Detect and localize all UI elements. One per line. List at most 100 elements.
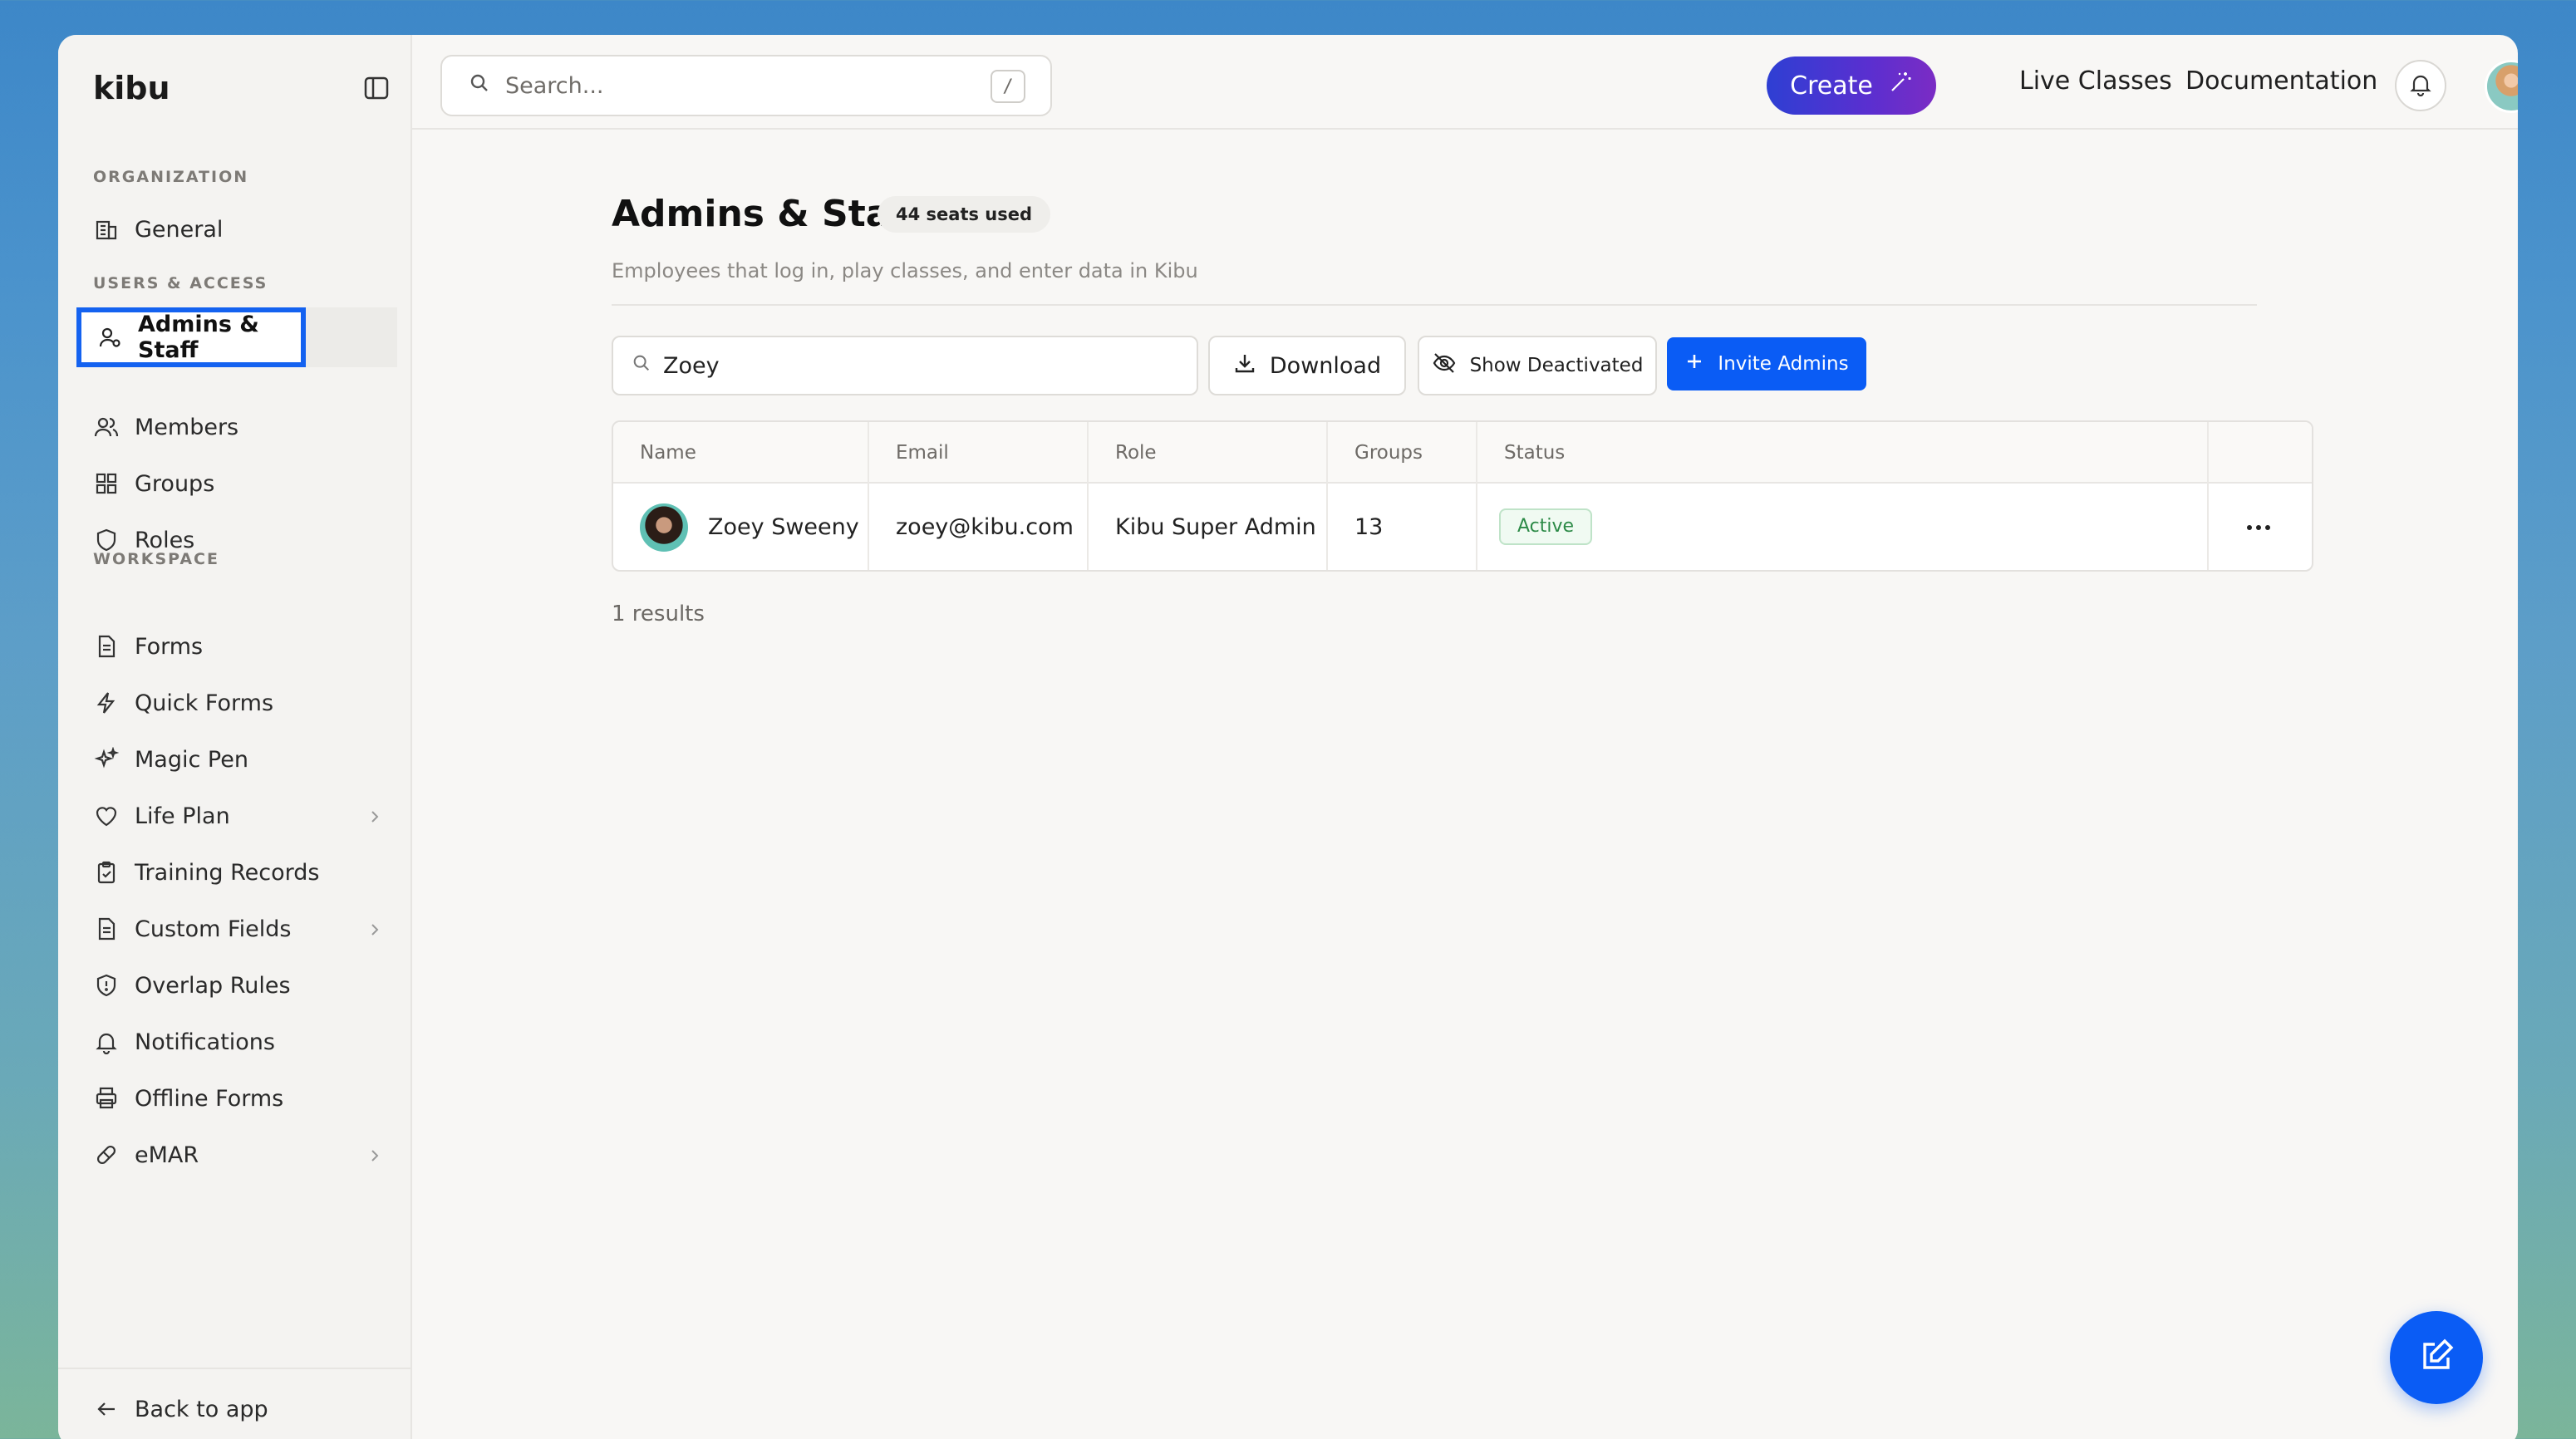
plus-icon bbox=[1684, 351, 1704, 376]
compose-fab-button[interactable] bbox=[2390, 1311, 2483, 1404]
header-divider bbox=[612, 304, 2257, 306]
more-dot bbox=[2256, 525, 2261, 530]
sidebar-item-life-plan[interactable]: Life Plan bbox=[93, 793, 392, 839]
column-header-role[interactable]: Role bbox=[1089, 422, 1157, 484]
main-content: Admins & Staff 44 seats used Employees t… bbox=[412, 130, 2518, 1439]
building-icon bbox=[93, 216, 120, 243]
search-icon bbox=[632, 353, 651, 379]
top-bar: Search... / Create Live Classes Document… bbox=[412, 35, 2518, 130]
eye-off-icon bbox=[1432, 351, 1457, 380]
brand-logo: kibu bbox=[93, 70, 170, 106]
sidebar-item-label: Offline Forms bbox=[135, 1085, 284, 1112]
column-header-status[interactable]: Status bbox=[1477, 422, 1565, 484]
download-button-label: Download bbox=[1269, 352, 1382, 379]
page-title: Admins & Staff bbox=[612, 193, 921, 235]
pill-icon bbox=[93, 1142, 120, 1168]
cell-role: Kibu Super Admin bbox=[1115, 514, 1316, 540]
bell-icon bbox=[93, 1029, 120, 1055]
sidebar-item-label: Quick Forms bbox=[135, 690, 274, 716]
grid-icon bbox=[93, 470, 120, 497]
download-icon bbox=[1233, 351, 1256, 381]
app-window: kibu ORGANIZATION General USERS & ACCESS… bbox=[58, 35, 2518, 1439]
sidebar-item-members[interactable]: Members bbox=[93, 404, 392, 450]
sidebar-item-overlap-rules[interactable]: Overlap Rules bbox=[93, 962, 392, 1009]
sidebar-item-notifications[interactable]: Notifications bbox=[93, 1019, 392, 1065]
column-header-email[interactable]: Email bbox=[869, 422, 949, 484]
sidebar-item-admins-staff[interactable]: Admins & Staff bbox=[76, 307, 306, 367]
lightning-icon bbox=[93, 690, 120, 716]
sidebar-item-label: Members bbox=[135, 414, 239, 440]
cell-groups: 13 bbox=[1354, 514, 1384, 540]
sidebar-item-magic-pen[interactable]: Magic Pen bbox=[93, 736, 392, 783]
staff-filter-input[interactable]: Zoey bbox=[612, 336, 1198, 395]
row-actions-button[interactable] bbox=[2242, 515, 2275, 540]
section-label-users-access: USERS & ACCESS bbox=[93, 274, 268, 292]
chevron-right-icon bbox=[366, 1145, 384, 1163]
column-header-groups[interactable]: Groups bbox=[1328, 422, 1423, 484]
sidebar-item-custom-fields[interactable]: Custom Fields bbox=[93, 906, 392, 952]
sidebar-item-label: Training Records bbox=[135, 859, 320, 886]
sidebar-item-label: General bbox=[135, 216, 224, 243]
sidebar-item-label: eMAR bbox=[135, 1142, 199, 1168]
sidebar-item-emar[interactable]: eMAR bbox=[93, 1132, 392, 1178]
cell-email: zoey@kibu.com bbox=[896, 514, 1074, 540]
chevron-right-icon bbox=[366, 806, 384, 824]
sidebar-item-label: Roles bbox=[135, 527, 195, 553]
sidebar-footer: Back to app bbox=[58, 1368, 410, 1439]
results-count: 1 results bbox=[612, 602, 705, 626]
invite-admins-label: Invite Admins bbox=[1718, 353, 1849, 375]
sidebar-item-label: Magic Pen bbox=[135, 746, 248, 773]
users-icon bbox=[93, 414, 120, 440]
user-avatar[interactable] bbox=[2485, 60, 2518, 113]
sidebar-toggle-icon[interactable] bbox=[364, 76, 389, 100]
invite-admins-button[interactable]: Invite Admins bbox=[1667, 337, 1866, 390]
show-deactivated-button[interactable]: Show Deactivated bbox=[1418, 336, 1657, 395]
live-classes-link[interactable]: Live Classes bbox=[2019, 66, 2172, 96]
more-dot bbox=[2247, 525, 2252, 530]
back-to-app-label: Back to app bbox=[135, 1396, 268, 1422]
create-button[interactable]: Create bbox=[1767, 56, 1936, 115]
edit-icon bbox=[2416, 1336, 2456, 1379]
sidebar-item-training-records[interactable]: Training Records bbox=[93, 849, 392, 896]
clipboard-check-icon bbox=[93, 859, 120, 886]
table-row[interactable]: Zoey Sweeny zoey@kibu.com Kibu Super Adm… bbox=[613, 484, 2312, 570]
brand-row: kibu bbox=[93, 66, 389, 110]
search-shortcut-key: / bbox=[991, 70, 1025, 103]
seats-used-badge: 44 seats used bbox=[878, 196, 1051, 233]
search-input[interactable]: Search... / bbox=[440, 55, 1052, 116]
heart-icon bbox=[93, 803, 120, 829]
back-to-app-link[interactable]: Back to app bbox=[93, 1386, 392, 1432]
sidebar-item-forms[interactable]: Forms bbox=[93, 623, 392, 670]
user-cog-icon bbox=[98, 324, 123, 351]
sidebar-item-groups[interactable]: Groups bbox=[93, 460, 392, 507]
shield-alert-icon bbox=[93, 972, 120, 999]
bell-icon bbox=[2408, 71, 2433, 100]
printer-icon bbox=[93, 1085, 120, 1112]
column-header-name[interactable]: Name bbox=[613, 422, 696, 484]
search-placeholder: Search... bbox=[505, 72, 604, 99]
staff-filter-value: Zoey bbox=[663, 352, 720, 379]
staff-table: Name Email Role Groups Status Zoey Sween… bbox=[612, 420, 2313, 572]
sidebar-item-label: Overlap Rules bbox=[135, 972, 291, 999]
arrow-left-icon bbox=[93, 1396, 120, 1422]
sidebar-item-offline-forms[interactable]: Offline Forms bbox=[93, 1075, 392, 1122]
sidebar-item-label: Custom Fields bbox=[135, 916, 292, 942]
documentation-link[interactable]: Documentation bbox=[2185, 66, 2377, 96]
show-deactivated-label: Show Deactivated bbox=[1469, 355, 1644, 376]
cell-name: Zoey Sweeny bbox=[708, 514, 859, 540]
magic-wand-icon bbox=[1888, 70, 1913, 101]
status-badge: Active bbox=[1499, 508, 1593, 545]
sidebar-item-label: Life Plan bbox=[135, 803, 230, 829]
sidebar-item-label: Forms bbox=[135, 633, 204, 660]
sparkles-icon bbox=[93, 746, 120, 773]
section-label-workspace: WORKSPACE bbox=[93, 550, 219, 568]
section-label-organization: ORGANIZATION bbox=[93, 168, 249, 186]
sidebar-item-quick-forms[interactable]: Quick Forms bbox=[93, 680, 392, 726]
notifications-bell-button[interactable] bbox=[2395, 60, 2446, 111]
download-button[interactable]: Download bbox=[1208, 336, 1406, 395]
file-text-icon bbox=[93, 633, 120, 660]
sidebar-item-general[interactable]: General bbox=[93, 206, 392, 253]
sidebar: kibu ORGANIZATION General USERS & ACCESS… bbox=[58, 35, 412, 1439]
file-text-icon bbox=[93, 916, 120, 942]
search-icon bbox=[469, 72, 490, 100]
